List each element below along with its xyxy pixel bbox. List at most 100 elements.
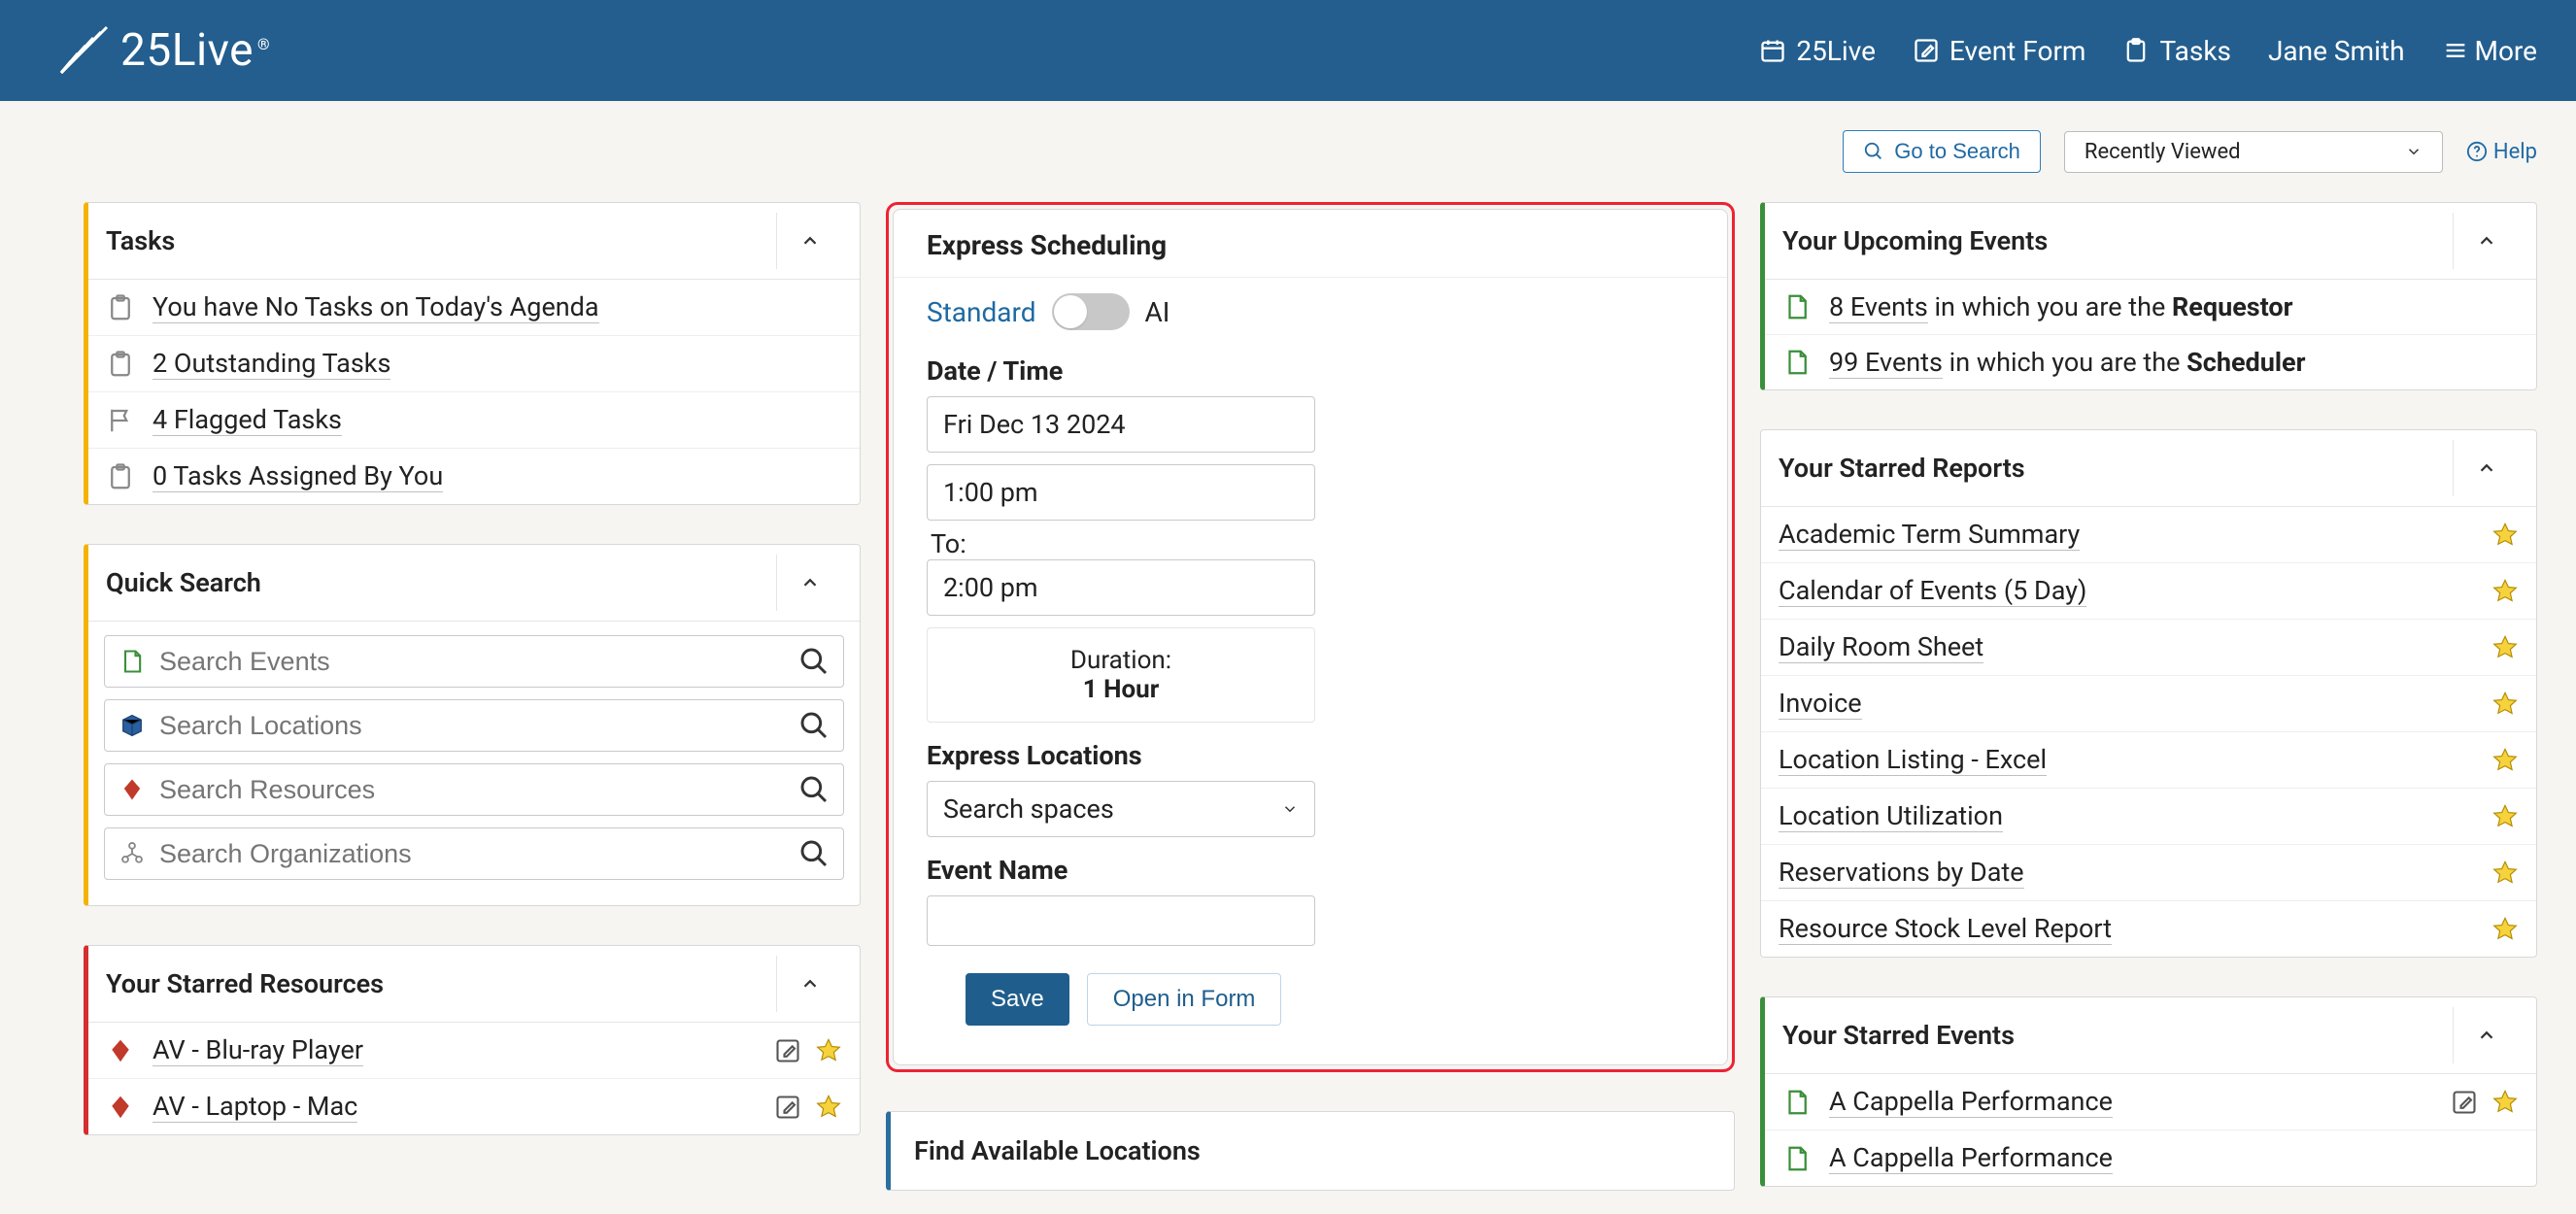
upcoming-collapse[interactable] [2453, 213, 2519, 269]
starred-resources-panel: Your Starred Resources AV - Blu-ray Play… [84, 945, 861, 1135]
help-icon [2466, 141, 2488, 162]
open-in-form-button[interactable]: Open in Form [1087, 973, 1282, 1026]
report-link[interactable]: Calendar of Events (5 Day) [1779, 575, 2086, 607]
search-resources-input[interactable] [159, 775, 785, 805]
edit-icon[interactable] [2451, 1089, 2478, 1116]
report-link[interactable]: Reservations by Date [1779, 857, 2024, 889]
star-icon[interactable] [2491, 578, 2519, 605]
report-row[interactable]: Resource Stock Level Report [1761, 901, 2536, 957]
help-link[interactable]: Help [2466, 140, 2537, 164]
express-locations-select[interactable]: Search spaces [927, 781, 1315, 837]
upcoming-events-panel: Your Upcoming Events 8 Events in which y… [1760, 202, 2537, 390]
hamburger-icon [2442, 37, 2469, 64]
save-button[interactable]: Save [966, 973, 1069, 1026]
search-resources[interactable] [104, 763, 844, 816]
toggle-switch[interactable] [1052, 293, 1130, 330]
mode-ai[interactable]: AI [1145, 296, 1170, 328]
chevron-up-icon [2476, 1025, 2497, 1046]
report-row[interactable]: Daily Room Sheet [1761, 620, 2536, 676]
date-field[interactable]: Fri Dec 13 2024 [927, 396, 1315, 453]
nav-tasks[interactable]: Tasks [2122, 35, 2231, 67]
report-row[interactable]: Calendar of Events (5 Day) [1761, 563, 2536, 620]
upcoming-requestor-row[interactable]: 8 Events in which you are the Requestor [1765, 280, 2536, 335]
quick-search-collapse[interactable] [776, 555, 842, 611]
starred-event-row[interactable]: A Cappella Performance [1765, 1074, 2536, 1130]
report-link[interactable]: Location Utilization [1779, 800, 2003, 832]
nav-25live[interactable]: 25Live [1759, 35, 1876, 67]
clipboard-icon [106, 462, 135, 491]
logo[interactable]: 25Live® [58, 24, 270, 77]
report-link[interactable]: Academic Term Summary [1779, 519, 2080, 551]
star-icon[interactable] [2491, 1089, 2519, 1116]
search-icon[interactable] [798, 646, 830, 677]
report-link[interactable]: Invoice [1779, 688, 1862, 720]
search-orgs-input[interactable] [159, 839, 785, 869]
starred-events-panel: Your Starred Events A Cappella Performan… [1760, 996, 2537, 1187]
report-row[interactable]: Location Utilization [1761, 789, 2536, 845]
nav-more[interactable]: More [2442, 35, 2538, 67]
report-link[interactable]: Daily Room Sheet [1779, 631, 1983, 663]
starred-events-collapse[interactable] [2453, 1007, 2519, 1063]
star-icon[interactable] [2491, 691, 2519, 718]
diamond-icon [106, 1036, 135, 1065]
chevron-up-icon [2476, 457, 2497, 479]
star-icon[interactable] [2491, 803, 2519, 830]
report-row[interactable]: Invoice [1761, 676, 2536, 732]
search-locations-input[interactable] [159, 711, 785, 741]
search-events[interactable] [104, 635, 844, 688]
search-icon[interactable] [798, 838, 830, 869]
event-name-label: Event Name [927, 855, 1694, 886]
starred-event-row[interactable]: A Cappella Performance [1765, 1130, 2536, 1186]
nav-user[interactable]: Jane Smith [2268, 35, 2405, 67]
goto-search-button[interactable]: Go to Search [1843, 130, 2041, 173]
report-link[interactable]: Location Listing - Excel [1779, 744, 2047, 776]
clipboard-icon [2122, 37, 2150, 64]
report-row[interactable]: Reservations by Date [1761, 845, 2536, 901]
express-title: Express Scheduling [894, 210, 1727, 278]
page-icon [1782, 1088, 1812, 1117]
report-row[interactable]: Academic Term Summary [1761, 507, 2536, 563]
upcoming-scheduler-row[interactable]: 99 Events in which you are the Scheduler [1765, 335, 2536, 389]
task-row[interactable]: You have No Tasks on Today's Agenda [88, 280, 860, 336]
end-time-field[interactable]: 2:00 pm [927, 559, 1315, 616]
report-row[interactable]: Location Listing - Excel [1761, 732, 2536, 789]
edit-icon[interactable] [774, 1094, 801, 1121]
mode-standard[interactable]: Standard [927, 296, 1036, 328]
start-time-field[interactable]: 1:00 pm [927, 464, 1315, 521]
star-icon[interactable] [2491, 860, 2519, 887]
chevron-up-icon [799, 230, 821, 252]
report-link[interactable]: Resource Stock Level Report [1779, 913, 2112, 945]
chevron-up-icon [799, 973, 821, 995]
search-events-input[interactable] [159, 647, 785, 677]
event-name-input[interactable] [927, 895, 1315, 946]
tasks-title: Tasks [106, 225, 175, 256]
resource-row[interactable]: AV - Laptop - Mac [88, 1079, 860, 1134]
starred-reports-collapse[interactable] [2453, 440, 2519, 496]
starred-resources-title: Your Starred Resources [106, 968, 384, 999]
star-icon[interactable] [815, 1094, 842, 1121]
cube-icon [119, 712, 146, 739]
recently-viewed-select[interactable]: Recently Viewed [2064, 131, 2443, 173]
tasks-collapse[interactable] [776, 213, 842, 269]
search-organizations[interactable] [104, 827, 844, 880]
search-icon[interactable] [798, 710, 830, 741]
star-icon[interactable] [2491, 916, 2519, 943]
edit-icon[interactable] [774, 1037, 801, 1064]
page-icon [119, 648, 146, 675]
star-icon[interactable] [2491, 747, 2519, 774]
page-icon [1782, 348, 1812, 377]
search-locations[interactable] [104, 699, 844, 752]
find-available-title: Find Available Locations [914, 1135, 1201, 1166]
search-icon[interactable] [798, 774, 830, 805]
task-row[interactable]: 2 Outstanding Tasks [88, 336, 860, 392]
resource-row[interactable]: AV - Blu-ray Player [88, 1023, 860, 1079]
nav-event-form[interactable]: Event Form [1913, 35, 2086, 67]
starred-resources-collapse[interactable] [776, 956, 842, 1012]
star-icon[interactable] [815, 1037, 842, 1064]
chevron-up-icon [799, 572, 821, 593]
calendar-icon [1759, 37, 1786, 64]
task-row[interactable]: 0 Tasks Assigned By You [88, 449, 860, 504]
star-icon[interactable] [2491, 522, 2519, 549]
task-row[interactable]: 4 Flagged Tasks [88, 392, 860, 449]
star-icon[interactable] [2491, 634, 2519, 661]
